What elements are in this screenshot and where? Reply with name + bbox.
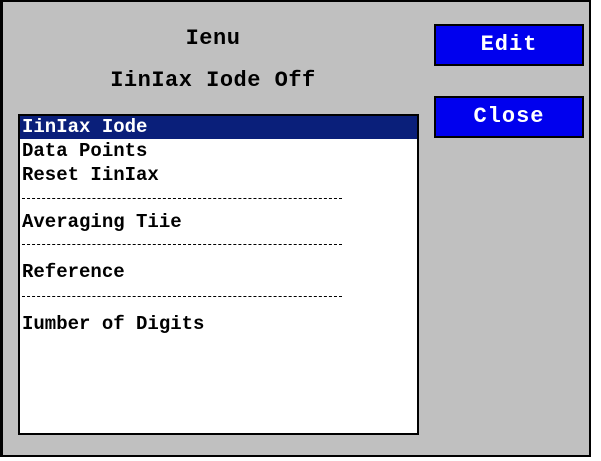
edit-button[interactable]: Edit bbox=[434, 24, 584, 66]
separator bbox=[22, 244, 342, 245]
list-item-averaging-time[interactable]: Averaging Tiie bbox=[20, 211, 182, 234]
list-item-minmax-mode[interactable]: IinIax Iode bbox=[20, 116, 417, 139]
list-item-number-of-digits[interactable]: Iumber of Digits bbox=[20, 313, 204, 336]
separator bbox=[22, 296, 342, 297]
menu-listbox[interactable]: IinIax Iode Data Points Reset IinIax Ave… bbox=[18, 114, 419, 435]
mode-status-label: IinIax Iode Off bbox=[110, 68, 316, 93]
close-button[interactable]: Close bbox=[434, 96, 584, 138]
menu-title: Ienu bbox=[185, 26, 241, 51]
separator bbox=[22, 198, 342, 199]
list-item-reference[interactable]: Reference bbox=[20, 261, 125, 284]
dialog-window: Ienu IinIax Iode Off IinIax Iode Data Po… bbox=[0, 0, 591, 457]
list-item-reset-minmax[interactable]: Reset IinIax bbox=[20, 164, 159, 187]
list-item-data-points[interactable]: Data Points bbox=[20, 140, 147, 163]
